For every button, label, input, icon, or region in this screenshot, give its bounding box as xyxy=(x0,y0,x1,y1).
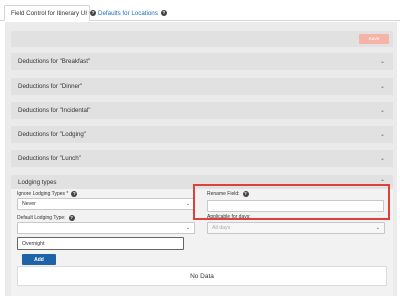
ignore-lodging-label: Ignore Lodging Types * ? xyxy=(17,191,78,197)
section-lunch[interactable]: Deductions for "Lunch" ⌄ xyxy=(11,150,393,167)
tab-defaults-locations[interactable]: Defaults for Locations ? xyxy=(92,5,168,21)
section-incidental[interactable]: Deductions for "Incidental" ⌄ xyxy=(11,102,393,119)
no-data-text: No Data xyxy=(190,272,214,280)
chevron-down-icon: ⌄ xyxy=(379,59,385,65)
highlight-box xyxy=(193,184,390,220)
tab-bar: Field Control for Itinerary UI ? Default… xyxy=(0,0,400,21)
chevron-down-icon: ⌄ xyxy=(379,84,385,90)
section-label: Deductions for "Dinner" xyxy=(18,83,83,90)
section-label: Deductions for "Breakfast" xyxy=(18,58,91,65)
applicable-days-select[interactable]: All days ⌄ xyxy=(207,222,385,234)
add-button[interactable]: Add xyxy=(22,254,56,265)
lodging-table: No Data xyxy=(17,266,387,286)
toolbar: Save xyxy=(11,31,393,47)
help-icon[interactable]: ? xyxy=(68,215,75,221)
chevron-down-icon: ⌄ xyxy=(185,225,190,231)
default-lodging-select[interactable]: ⌄ xyxy=(17,222,195,234)
section-label: Deductions for "Lunch" xyxy=(18,155,81,162)
default-lodging-label: Default Lodging Type: ? xyxy=(17,215,75,221)
tab-label: Field Control for Itinerary UI xyxy=(11,9,87,17)
ignore-lodging-select[interactable]: Never ⌄ xyxy=(17,198,195,210)
chevron-down-icon: ⌄ xyxy=(185,201,190,207)
help-icon[interactable]: ? xyxy=(160,10,167,16)
chevron-down-icon: ⌄ xyxy=(375,225,380,231)
dropdown-option-overnight[interactable]: Overnight xyxy=(17,237,184,250)
chevron-down-icon: ⌄ xyxy=(379,156,385,162)
chevron-down-icon: ⌄ xyxy=(379,108,385,114)
help-icon[interactable]: ? xyxy=(71,191,78,197)
help-icon[interactable]: ? xyxy=(90,10,96,16)
tab-field-control[interactable]: Field Control for Itinerary UI ? xyxy=(4,5,96,21)
section-label: Deductions for "Incidental" xyxy=(18,107,91,114)
section-breakfast[interactable]: Deductions for "Breakfast" ⌄ xyxy=(11,53,393,70)
section-label: Deductions for "Lodging" xyxy=(18,131,87,138)
save-button[interactable]: Save xyxy=(359,34,389,44)
section-lodging[interactable]: Deductions for "Lodging" ⌄ xyxy=(11,126,393,143)
section-label: Lodging types xyxy=(18,179,57,186)
chevron-down-icon: ⌄ xyxy=(379,132,385,138)
section-dinner[interactable]: Deductions for "Dinner" ⌄ xyxy=(11,78,393,95)
tab-label: Defaults for Locations xyxy=(98,9,158,17)
